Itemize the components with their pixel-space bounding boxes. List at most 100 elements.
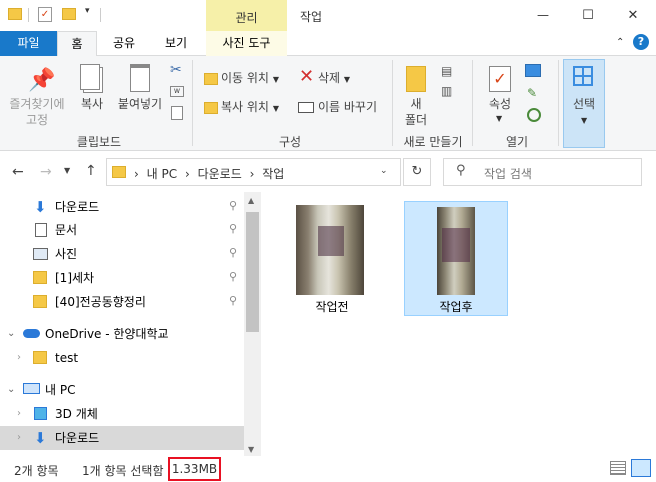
scrollbar-thumb[interactable] <box>246 212 259 332</box>
search-input[interactable] <box>443 158 642 186</box>
address-history-icon[interactable]: ⌄ <box>380 166 388 176</box>
computer-icon <box>23 383 40 394</box>
nav-item-label: [40]전공동향정리 <box>55 295 146 309</box>
expand-chevron-icon[interactable]: › <box>17 346 21 370</box>
ribbon-separator <box>558 60 559 146</box>
search-placeholder: 작업 검색 <box>484 167 532 181</box>
bottle-label <box>318 226 344 256</box>
up-icon[interactable]: ↑ <box>85 163 97 179</box>
copy-to-button[interactable]: 복사 위치 ▼ <box>221 99 279 117</box>
pictures-icon <box>33 248 48 260</box>
breadcrumb-item[interactable]: 다운로드 <box>198 167 242 181</box>
nav-quick-pictures[interactable]: 사진 ⚲ <box>0 242 244 266</box>
context-tab-manage[interactable]: 관리 <box>206 9 287 26</box>
nav-downloads[interactable]: › ⬇ 다운로드 <box>0 426 244 450</box>
cut-icon[interactable]: ✂ <box>170 62 182 78</box>
close-button[interactable]: ✕ <box>610 0 656 31</box>
tab-share[interactable]: 공유 <box>102 31 146 56</box>
selection-size: 1.33MB <box>168 457 221 481</box>
tab-file[interactable]: 파일 <box>0 31 57 56</box>
new-folder-icon[interactable] <box>62 8 76 20</box>
recent-locations-icon[interactable]: ▼ <box>64 166 70 175</box>
back-icon[interactable]: ← <box>12 164 24 180</box>
expand-chevron-icon[interactable]: › <box>17 426 21 450</box>
pin-icon: 📌 <box>28 68 56 93</box>
file-item[interactable]: 작업전 <box>280 200 384 315</box>
pin-to-quick-access-button[interactable]: 즐겨찾기에 고정 <box>2 96 72 128</box>
properties-button[interactable]: 속성 <box>482 96 518 112</box>
easy-access-icon[interactable]: ▥ <box>441 84 452 98</box>
details-view-icon[interactable] <box>610 461 626 475</box>
expand-chevron-icon[interactable]: › <box>17 402 21 426</box>
nav-quick-folder[interactable]: [1]세차 ⚲ <box>0 266 244 290</box>
window-title: 작업 <box>300 10 323 24</box>
tab-picture-tools[interactable]: 사진 도구 <box>206 31 287 56</box>
chevron-down-icon[interactable]: ▼ <box>496 114 502 123</box>
expand-chevron-icon[interactable]: ⌄ <box>7 322 15 346</box>
refresh-icon[interactable]: ↻ <box>403 158 431 186</box>
large-icons-view-icon[interactable] <box>631 459 651 477</box>
scroll-down-icon[interactable]: ▼ <box>248 445 254 454</box>
expand-chevron-icon[interactable]: ⌄ <box>7 378 15 402</box>
nav-this-pc[interactable]: ⌄ 내 PC <box>0 378 244 402</box>
download-icon: ⬇ <box>34 198 47 216</box>
help-icon[interactable]: ? <box>633 34 649 50</box>
ribbon-separator <box>192 60 193 146</box>
nav-quick-downloads[interactable]: ⬇ 다운로드 ⚲ <box>0 195 244 219</box>
new-folder-large-icon <box>406 66 426 92</box>
history-icon[interactable] <box>527 108 541 122</box>
breadcrumb-item[interactable]: 내 PC <box>147 167 177 181</box>
delete-label: 삭제 <box>318 71 341 85</box>
rename-button[interactable]: 이름 바꾸기 <box>318 99 377 115</box>
new-folder-button[interactable]: 새 폴더 <box>398 96 434 128</box>
nav-quick-documents[interactable]: 문서 ⚲ <box>0 218 244 242</box>
folder-icon <box>33 295 47 308</box>
breadcrumb-separator: › <box>134 167 139 181</box>
nav-onedrive[interactable]: ⌄ OneDrive - 한양대학교 <box>0 322 244 346</box>
folder-icon <box>8 8 22 20</box>
qat-dropdown-icon[interactable]: ▾ <box>85 6 90 16</box>
open-icon[interactable] <box>525 64 541 77</box>
move-to-button[interactable]: 이동 위치 ▼ <box>221 70 279 88</box>
chevron-down-icon: ▼ <box>343 75 351 84</box>
nav-item-label: 문서 <box>55 223 78 237</box>
qat-divider <box>28 8 29 22</box>
qat-divider <box>100 8 101 22</box>
paste-shortcut-icon[interactable] <box>171 106 183 120</box>
maximize-button[interactable]: ☐ <box>566 0 610 31</box>
nav-test-folder[interactable]: › test <box>0 346 244 370</box>
breadcrumb: › 내 PC › 다운로드 › 작업 <box>134 165 284 182</box>
nav-quick-folder[interactable]: [40]전공동향정리 ⚲ <box>0 290 244 314</box>
tab-home[interactable]: 홈 <box>57 31 97 57</box>
file-name: 작업전 <box>315 300 349 314</box>
breadcrumb-item[interactable]: 작업 <box>262 167 284 181</box>
pin-icon: ⚲ <box>229 246 238 259</box>
group-label-new: 새로 만들기 <box>403 135 463 149</box>
scroll-up-icon[interactable]: ▲ <box>248 196 254 205</box>
chevron-down-icon: ▼ <box>581 116 588 125</box>
minimize-button[interactable]: — <box>520 0 566 31</box>
new-item-icon[interactable]: ▤ <box>441 64 452 78</box>
folder-icon <box>33 351 47 364</box>
paste-button[interactable]: 붙여넣기 <box>112 96 168 112</box>
edit-icon[interactable]: ✎ <box>527 86 537 100</box>
tab-view[interactable]: 보기 <box>153 31 199 56</box>
select-label: 선택 <box>572 97 596 111</box>
3d-cube-icon <box>34 407 47 420</box>
properties-check-icon[interactable]: ✓ <box>38 7 52 22</box>
chevron-down-icon: ▼ <box>272 75 279 84</box>
ribbon-separator <box>392 60 393 146</box>
group-label-organize: 구성 <box>278 135 302 149</box>
copy-button[interactable]: 복사 <box>74 96 110 112</box>
copy-path-icon[interactable]: W <box>170 86 184 97</box>
nav-3d-objects[interactable]: › 3D 개체 <box>0 402 244 426</box>
rename-icon <box>298 102 314 113</box>
paste-icon <box>130 64 150 92</box>
download-icon: ⬇ <box>34 429 47 447</box>
delete-button[interactable]: 삭제 ▼ <box>318 70 350 88</box>
document-icon <box>35 223 47 237</box>
ribbon-tab-bar: 파일 홈 공유 보기 사진 도구 ⌃ ? <box>0 31 656 57</box>
file-item-selected[interactable]: 작업후 <box>404 201 508 316</box>
forward-icon[interactable]: → <box>40 164 52 180</box>
ribbon-collapse-icon[interactable]: ⌃ <box>616 37 624 48</box>
